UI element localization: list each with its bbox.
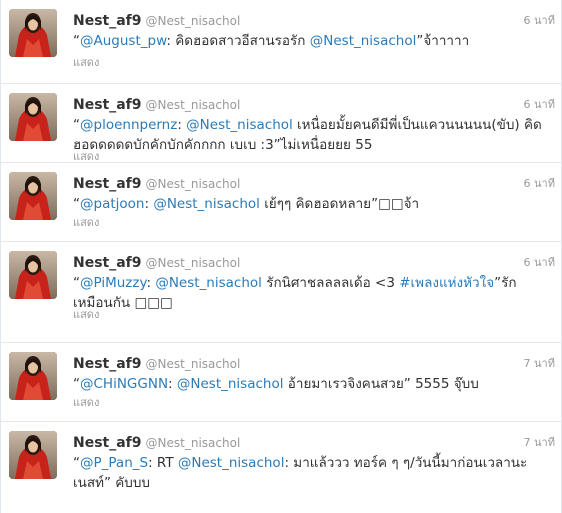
timestamp[interactable]: 6 นาที	[524, 11, 555, 29]
tweet-text: “@August_pw: คิดฮอดสาวอีสานรอรัก @Nest_n…	[73, 31, 551, 51]
tweet-timeline: Nest_af9 @Nest_nisachol 6 นาที “@August_pw:…	[0, 0, 562, 513]
mention-link[interactable]: @Nest_nisachol	[310, 33, 417, 49]
tweet-text-segment: เย้ๆๆ คิดฮอดหลาย”□□จ้า	[259, 196, 420, 212]
tweet-header: Nest_af9 @Nest_nisachol	[73, 353, 553, 372]
mention-link[interactable]: @PiMuzzy	[80, 275, 146, 291]
tweet-text-segment: “	[73, 455, 80, 471]
timestamp[interactable]: 7 นาที	[524, 433, 555, 451]
tweet-text-segment: “	[73, 376, 80, 392]
tweet-header: Nest_af9 @Nest_nisachol	[73, 10, 553, 29]
tweet-text-segment: :	[168, 376, 177, 392]
username[interactable]: @Nest_nisachol	[146, 436, 241, 450]
username[interactable]: @Nest_nisachol	[146, 14, 241, 28]
tweet-text-segment: :	[144, 196, 154, 212]
tweet-text: “@P_Pan_S: RT @Nest_nisachol: มาแล้ววว ท…	[73, 453, 551, 493]
timestamp[interactable]: 6 นาที	[524, 174, 555, 192]
avatar[interactable]	[9, 431, 57, 479]
tweet-item[interactable]: Nest_af9 @Nest_nisachol 7 นาที “@CHiNGGNN: …	[1, 343, 561, 422]
avatar[interactable]	[9, 352, 57, 400]
timestamp[interactable]: 6 นาที	[524, 253, 555, 271]
mention-link[interactable]: @P_Pan_S	[80, 455, 148, 471]
tweet-text-segment: “	[73, 117, 80, 133]
tweet-text: “@PiMuzzy: @Nest_nisachol รักนิศาชลลลลเด…	[73, 273, 551, 313]
mention-link[interactable]: @CHiNGGNN	[80, 376, 168, 392]
expand-link[interactable]: แสดง	[73, 213, 99, 231]
hashtag-link[interactable]: #เพลงแห่งหัวใจ	[399, 275, 494, 291]
timestamp[interactable]: 7 นาที	[524, 354, 555, 372]
tweet-text-segment: อ้ายมาเรวจิงคนสวย” 5555 จุ๊บบ	[283, 376, 479, 392]
mention-link[interactable]: @Nest_nisachol	[153, 196, 260, 212]
tweet-header: Nest_af9 @Nest_nisachol	[73, 94, 553, 113]
tweet-text: “@patjoon: @Nest_nisachol เย้ๆๆ คิดฮอดหล…	[73, 194, 551, 214]
username[interactable]: @Nest_nisachol	[146, 98, 241, 112]
tweet-text-segment: : RT	[148, 455, 178, 471]
mention-link[interactable]: @Nest_nisachol	[155, 275, 262, 291]
fullname[interactable]: Nest_af9	[73, 176, 142, 192]
tweet-text: “@ploennpernz: @Nest_nisachol เหนื่อยมั้…	[73, 115, 551, 155]
tweet-header: Nest_af9 @Nest_nisachol	[73, 432, 553, 451]
tweet-header: Nest_af9 @Nest_nisachol	[73, 173, 553, 192]
fullname[interactable]: Nest_af9	[73, 13, 142, 29]
tweet-item[interactable]: Nest_af9 @Nest_nisachol 6 นาที “@PiMuzzy: @…	[1, 242, 561, 343]
tweet-text-segment: “	[73, 275, 80, 291]
mention-link[interactable]: @Nest_nisachol	[178, 455, 285, 471]
username[interactable]: @Nest_nisachol	[146, 256, 241, 270]
tweet-text-segment: :	[146, 275, 156, 291]
tweet-item[interactable]: Nest_af9 @Nest_nisachol 7 นาที “@P_Pan_S: R…	[1, 422, 561, 513]
timestamp[interactable]: 6 นาที	[524, 95, 555, 113]
tweet-text-segment: รักนิศาชลลลลเด้อ <3	[261, 275, 400, 291]
tweet-item[interactable]: Nest_af9 @Nest_nisachol 6 นาที “@patjoon: @…	[1, 163, 561, 242]
username[interactable]: @Nest_nisachol	[146, 357, 241, 371]
tweet-text-segment: : คิดฮอดสาวอีสานรอรัก	[166, 33, 310, 49]
tweet-text-segment: ”จ้าาาาา	[416, 33, 470, 49]
tweet-item[interactable]: Nest_af9 @Nest_nisachol 6 นาที “@ploennpern…	[1, 84, 561, 163]
username[interactable]: @Nest_nisachol	[146, 177, 241, 191]
mention-link[interactable]: @Nest_nisachol	[186, 117, 293, 133]
tweet-text-segment: :	[177, 117, 187, 133]
mention-link[interactable]: @August_pw	[80, 33, 166, 49]
fullname[interactable]: Nest_af9	[73, 255, 142, 271]
expand-link[interactable]: แสดง	[73, 53, 99, 71]
expand-link[interactable]: แสดง	[73, 305, 99, 323]
tweet-text: “@CHiNGGNN: @Nest_nisachol อ้ายมาเรวจิงค…	[73, 374, 551, 394]
avatar[interactable]	[9, 93, 57, 141]
avatar[interactable]	[9, 172, 57, 220]
fullname[interactable]: Nest_af9	[73, 435, 142, 451]
fullname[interactable]: Nest_af9	[73, 97, 142, 113]
fullname[interactable]: Nest_af9	[73, 356, 142, 372]
tweet-header: Nest_af9 @Nest_nisachol	[73, 252, 553, 271]
mention-link[interactable]: @patjoon	[80, 196, 144, 212]
expand-link[interactable]: แสดง	[73, 393, 99, 411]
tweet-text-segment: “	[73, 33, 80, 49]
mention-link[interactable]: @Nest_nisachol	[177, 376, 284, 392]
tweet-text-segment: “	[73, 196, 80, 212]
mention-link[interactable]: @ploennpernz	[80, 117, 177, 133]
avatar[interactable]	[9, 9, 57, 57]
avatar[interactable]	[9, 251, 57, 299]
tweet-item[interactable]: Nest_af9 @Nest_nisachol 6 นาที “@August_pw:…	[1, 0, 561, 84]
